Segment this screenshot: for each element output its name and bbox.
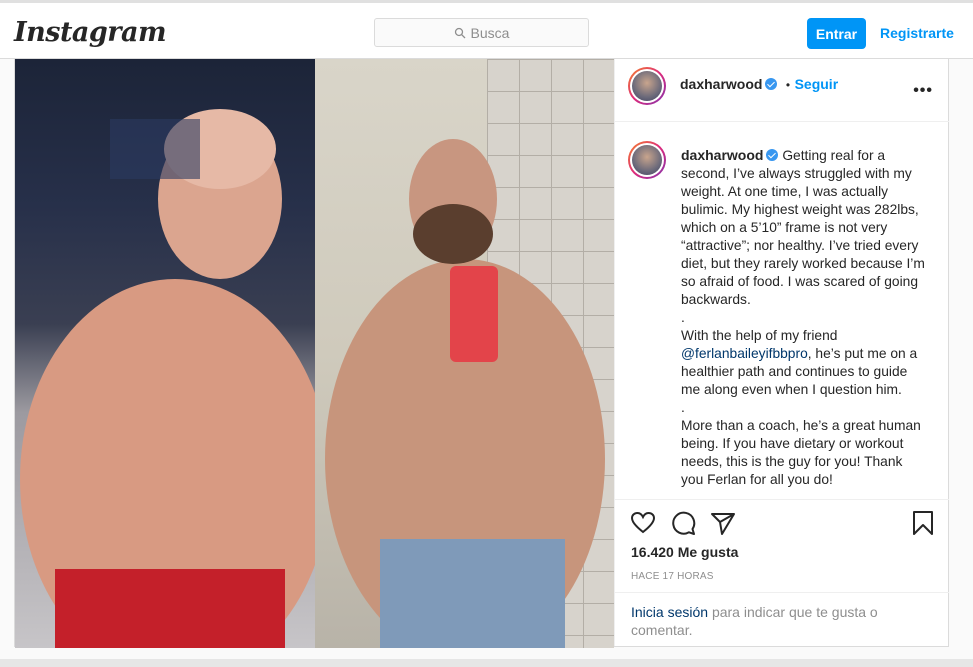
login-prompt-link[interactable]: Inicia sesión (631, 604, 708, 620)
search-input[interactable]: Busca (374, 18, 589, 47)
follow-separator: • (785, 78, 791, 92)
search-icon (454, 27, 465, 38)
caption-username[interactable]: daxharwood (681, 147, 763, 163)
likes-label: Me gusta (677, 544, 739, 560)
follow-button[interactable]: Seguir (795, 76, 839, 92)
post-caption: daxharwood Getting real for a second, I’… (681, 146, 925, 489)
caption-verified-badge-icon (766, 149, 779, 161)
top-navigation-bar: Instagram Busca Entrar Registrarte (0, 0, 973, 59)
send-icon[interactable] (710, 510, 736, 536)
post-header: daxharwood • Seguir ••• (615, 59, 949, 122)
likes-count[interactable]: 16.420 Me gusta (631, 544, 738, 560)
profile-picture (632, 71, 662, 101)
heart-icon[interactable] (630, 510, 656, 536)
post-sidebar: daxharwood • Seguir ••• daxharwood Getti… (614, 59, 949, 646)
post-timestamp[interactable]: HACE 17 HORAS (631, 571, 714, 582)
page-bottom-strip (0, 659, 973, 667)
caption-line-1: Getting real for a second, I’ve always s… (681, 148, 925, 307)
post-author: daxharwood • Seguir (680, 76, 838, 94)
search-placeholder: Busca (470, 24, 510, 41)
instagram-logo[interactable]: Instagram (14, 17, 167, 48)
more-options-icon[interactable]: ••• (913, 82, 933, 100)
verified-badge-icon (765, 78, 778, 90)
caption-area: daxharwood Getting real for a second, I’… (615, 123, 949, 499)
post-actions: 16.420 Me gusta HACE 17 HORAS Inicia ses… (615, 499, 949, 646)
caption-avatar[interactable] (628, 141, 666, 179)
post-image[interactable] (15, 59, 614, 648)
login-prompt: Inicia sesión para indicar que te gusta … (615, 592, 949, 647)
username-link[interactable]: daxharwood (680, 76, 762, 92)
after-figure (325, 139, 605, 648)
comment-icon[interactable] (670, 510, 696, 536)
mention-link[interactable]: @ferlanbaileyifbbpro (681, 346, 808, 361)
before-figure (20, 109, 330, 648)
before-photo (15, 59, 330, 648)
caption-profile-picture (632, 145, 662, 175)
caption-line-3: With the help of my friend (681, 328, 838, 343)
avatar[interactable] (628, 67, 666, 105)
bookmark-icon[interactable] (910, 510, 936, 536)
post-container: daxharwood • Seguir ••• daxharwood Getti… (14, 58, 949, 648)
after-photo (315, 59, 614, 648)
caption-line-5: . (681, 400, 685, 415)
likes-number: 16.420 (631, 544, 674, 560)
login-button[interactable]: Entrar (807, 18, 866, 49)
caption-line-2: . (681, 310, 685, 325)
register-link[interactable]: Registrarte (880, 25, 954, 41)
